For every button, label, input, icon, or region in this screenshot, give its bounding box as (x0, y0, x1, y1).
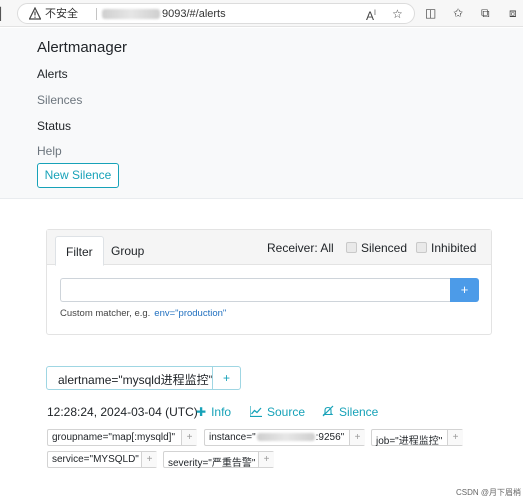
bell-slash-icon (322, 405, 334, 417)
add-matcher-button[interactable]: + (450, 278, 479, 302)
split-screen-icon[interactable]: ◫ (425, 5, 436, 21)
more-icon[interactable]: ⧈ (509, 5, 517, 21)
brand-title[interactable]: Alertmanager (37, 39, 127, 56)
url-text[interactable]: 9093/#/alerts (162, 7, 226, 21)
label-service[interactable]: service="MYSQLD" + (47, 451, 157, 468)
nav-silences[interactable]: Silences (37, 93, 82, 107)
silenced-label: Silenced (361, 241, 408, 255)
active-filter-add-button[interactable]: + (212, 367, 240, 389)
label-instance-add-button[interactable]: + (349, 430, 365, 445)
navbar: Alertmanager Alerts Silences Status Help… (0, 28, 523, 199)
chart-icon (249, 406, 262, 418)
plus-icon: ✚ (196, 405, 207, 419)
address-bar[interactable]: 不安全 9093/#/alerts Aⅼ ☆ (17, 3, 415, 24)
redacted-ip (256, 433, 315, 442)
collections-icon[interactable]: ⧉ (481, 5, 490, 21)
warning-icon (29, 7, 41, 20)
alert-timestamp: 12:28:24, 2024-03-04 (UTC) (47, 405, 198, 419)
nav-alerts[interactable]: Alerts (37, 67, 68, 81)
browser-toolbar: ▏ 不安全 9093/#/alerts Aⅼ ☆ ◫ ✩ ⧉ ⧈ (0, 0, 523, 27)
label-instance-text[interactable]: instance=" :9256" (209, 432, 344, 443)
inhibited-label: Inhibited (431, 241, 477, 255)
tab-edge: ▏ (0, 7, 10, 21)
source-button[interactable]: Source (249, 405, 306, 419)
filter-card-header: Filter Group Receiver: All Silenced Inhi… (47, 230, 491, 266)
nav-help[interactable]: Help (37, 144, 62, 158)
address-separator (96, 8, 97, 20)
silence-button[interactable]: Silence (322, 405, 378, 419)
read-aloud-icon[interactable]: Aⅼ (366, 6, 376, 24)
label-instance[interactable]: instance=" :9256" + (204, 429, 365, 446)
silence-label: Silence (339, 405, 379, 419)
hint-example: env="production" (154, 308, 227, 319)
label-service-text[interactable]: service="MYSQLD" (52, 454, 139, 465)
watermark: CSDN @月下眉梢 (456, 488, 522, 497)
label-severity-text[interactable]: severity="严重告警" (168, 454, 255, 469)
info-button[interactable]: ✚ Info (196, 405, 231, 419)
hint-text: Custom matcher, e.g. (60, 308, 151, 319)
label-severity[interactable]: severity="严重告警" + (163, 451, 274, 469)
label-groupname-text[interactable]: groupname="map[:mysqld]" (52, 432, 175, 443)
label-groupname[interactable]: groupname="map[:mysqld]" + (47, 429, 197, 446)
matcher-input[interactable] (60, 278, 450, 302)
matcher-hint: Custom matcher, e.g. env="production" (60, 308, 226, 319)
label-severity-add-button[interactable]: + (258, 452, 274, 467)
label-service-add-button[interactable]: + (141, 452, 157, 467)
instance-suffix: :9256" (315, 432, 345, 443)
active-filter-label[interactable]: alertname="mysqld进程监控" (58, 371, 213, 388)
active-filter-chip[interactable]: alertname="mysqld进程监控" + (46, 366, 241, 390)
label-groupname-add-button[interactable]: + (181, 430, 197, 445)
insecure-label: 不安全 (45, 8, 78, 20)
inhibited-checkbox[interactable] (416, 242, 427, 253)
source-label: Source (267, 405, 306, 419)
nav-status[interactable]: Status (37, 119, 71, 133)
filter-card: Filter Group Receiver: All Silenced Inhi… (46, 229, 492, 335)
label-job-add-button[interactable]: + (447, 430, 463, 445)
favorite-icon[interactable]: ☆ (392, 6, 403, 22)
label-job[interactable]: job="进程监控" + (371, 429, 463, 447)
label-job-text[interactable]: job="进程监控" (376, 432, 442, 447)
tab-group[interactable]: Group (101, 236, 154, 266)
receiver-dropdown[interactable]: Receiver: All (267, 241, 334, 255)
favorites-icon[interactable]: ✩ (453, 5, 463, 21)
instance-prefix: instance=" (209, 432, 256, 443)
new-silence-button[interactable]: New Silence (37, 163, 119, 188)
redacted-host (102, 9, 160, 19)
silenced-checkbox[interactable] (346, 242, 357, 253)
tab-filter[interactable]: Filter (55, 236, 104, 266)
info-label: Info (211, 405, 232, 419)
